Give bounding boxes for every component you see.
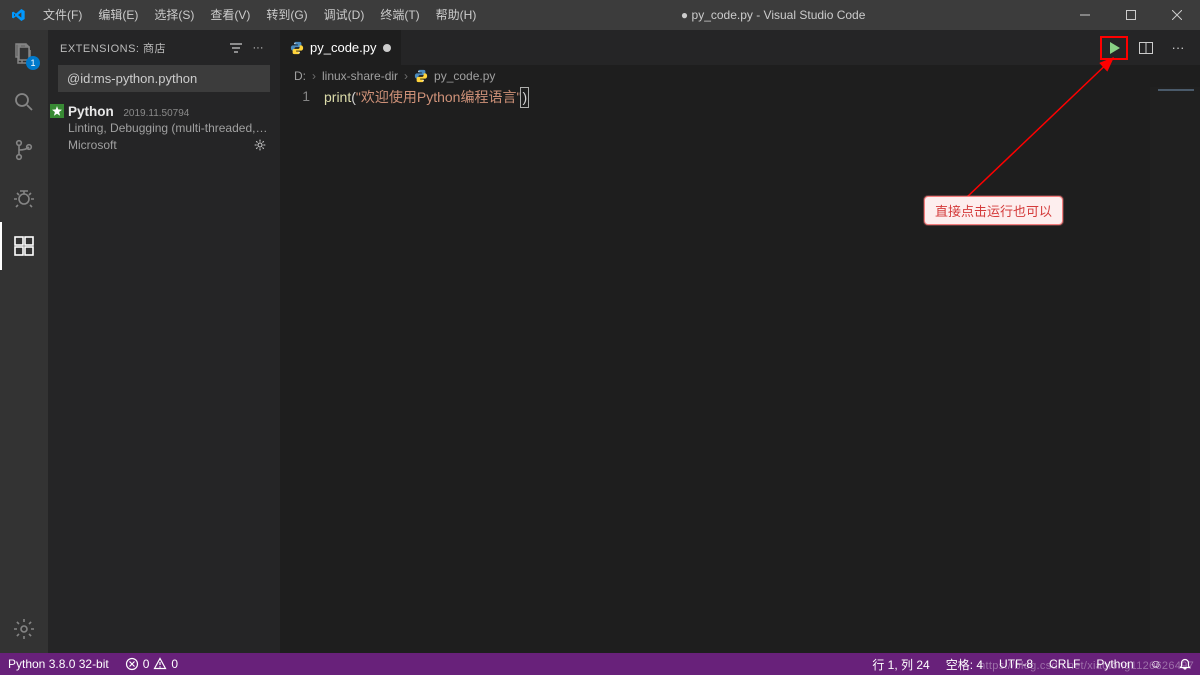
title-bar: 文件(F) 编辑(E) 选择(S) 查看(V) 转到(G) 调试(D) 终端(T… <box>0 0 1200 30</box>
extension-version: 2019.11.50794 <box>123 108 189 119</box>
chevron-right-icon: › <box>312 69 316 83</box>
python-file-icon <box>414 69 428 83</box>
sidebar-title: EXTENSIONS: 商店 <box>60 40 228 56</box>
editor-tabs: py_code.py ··· <box>280 30 1200 65</box>
split-editor-button[interactable] <box>1132 36 1160 60</box>
editor-more-button[interactable]: ··· <box>1164 36 1192 60</box>
minimap[interactable] <box>1150 87 1200 653</box>
menu-bar: 文件(F) 编辑(E) 选择(S) 查看(V) 转到(G) 调试(D) 终端(T… <box>35 0 484 30</box>
menu-help[interactable]: 帮助(H) <box>428 0 485 30</box>
code-token-close: ) <box>520 87 529 108</box>
dirty-indicator-icon <box>383 44 391 52</box>
menu-edit[interactable]: 编辑(E) <box>90 0 146 30</box>
extension-search-input[interactable]: @id:ms-python.python <box>58 65 270 92</box>
explorer-badge: 1 <box>26 56 40 70</box>
code-token-fn: print <box>324 89 351 105</box>
tab-filename: py_code.py <box>310 40 377 55</box>
activity-search[interactable] <box>0 78 48 126</box>
window-title: ● py_code.py - Visual Studio Code <box>484 8 1062 22</box>
activity-extensions[interactable] <box>0 222 48 270</box>
menu-view[interactable]: 查看(V) <box>202 0 258 30</box>
vscode-logo <box>0 7 35 23</box>
breadcrumb-seg-folder[interactable]: linux-share-dir <box>322 69 398 83</box>
status-python-version[interactable]: Python 3.8.0 32-bit <box>0 653 117 675</box>
sidebar-header: EXTENSIONS: 商店 ··· <box>48 30 280 65</box>
breadcrumb-seg-file[interactable]: py_code.py <box>434 69 495 83</box>
title-dirty-dot: ● <box>681 8 688 22</box>
chevron-right-icon: › <box>404 69 408 83</box>
status-problems[interactable]: 0 0 <box>117 653 186 675</box>
filter-icon[interactable] <box>228 40 248 56</box>
extension-description: Linting, Debugging (multi-threaded, r... <box>68 121 268 135</box>
annotation-callout: 直接点击运行也可以 <box>924 196 1063 225</box>
window-controls <box>1062 0 1200 30</box>
extension-manage-icon[interactable] <box>252 137 268 153</box>
menu-terminal[interactable]: 终端(T) <box>372 0 427 30</box>
editor-area: py_code.py ··· D: › linux-share-dir › py… <box>280 30 1200 653</box>
activity-settings[interactable] <box>0 605 48 653</box>
extension-item-python[interactable]: Python 2019.11.50794 Linting, Debugging … <box>48 100 280 163</box>
run-button[interactable] <box>1100 36 1128 60</box>
line-number: 1 <box>280 87 310 106</box>
breadcrumb-seg-drive[interactable]: D: <box>294 69 306 83</box>
status-warnings-count: 0 <box>171 657 178 671</box>
code-content[interactable]: print("欢迎使用Python编程语言") <box>324 87 529 653</box>
watermark: https://blog.csdn.net/xiaolong1126626497 <box>979 660 1194 672</box>
code-editor[interactable]: 1 print("欢迎使用Python编程语言") <box>280 87 1200 653</box>
breadcrumb[interactable]: D: › linux-share-dir › py_code.py <box>280 65 1200 87</box>
tab-py-code[interactable]: py_code.py <box>280 30 402 65</box>
star-icon <box>50 104 64 118</box>
maximize-button[interactable] <box>1108 0 1154 30</box>
status-ln-col[interactable]: 行 1, 列 24 <box>864 653 937 675</box>
title-text: py_code.py - Visual Studio Code <box>692 8 866 22</box>
extension-name: Python <box>68 104 114 119</box>
close-button[interactable] <box>1154 0 1200 30</box>
extensions-sidebar: EXTENSIONS: 商店 ··· @id:ms-python.python … <box>48 30 280 653</box>
activity-source-control[interactable] <box>0 126 48 174</box>
extension-publisher: Microsoft <box>68 138 252 152</box>
activity-bar: 1 <box>0 30 48 653</box>
code-token-string: "欢迎使用Python编程语言" <box>356 89 522 105</box>
line-number-gutter: 1 <box>280 87 324 653</box>
editor-actions: ··· <box>1100 30 1200 65</box>
menu-debug[interactable]: 调试(D) <box>316 0 373 30</box>
minimap-line <box>1158 89 1194 91</box>
activity-debug[interactable] <box>0 174 48 222</box>
minimize-button[interactable] <box>1062 0 1108 30</box>
menu-file[interactable]: 文件(F) <box>35 0 90 30</box>
activity-explorer[interactable]: 1 <box>0 30 48 78</box>
menu-selection[interactable]: 选择(S) <box>146 0 202 30</box>
python-file-icon <box>290 41 304 55</box>
menu-go[interactable]: 转到(G) <box>258 0 315 30</box>
more-icon[interactable]: ··· <box>248 42 268 54</box>
status-errors-count: 0 <box>143 657 150 671</box>
